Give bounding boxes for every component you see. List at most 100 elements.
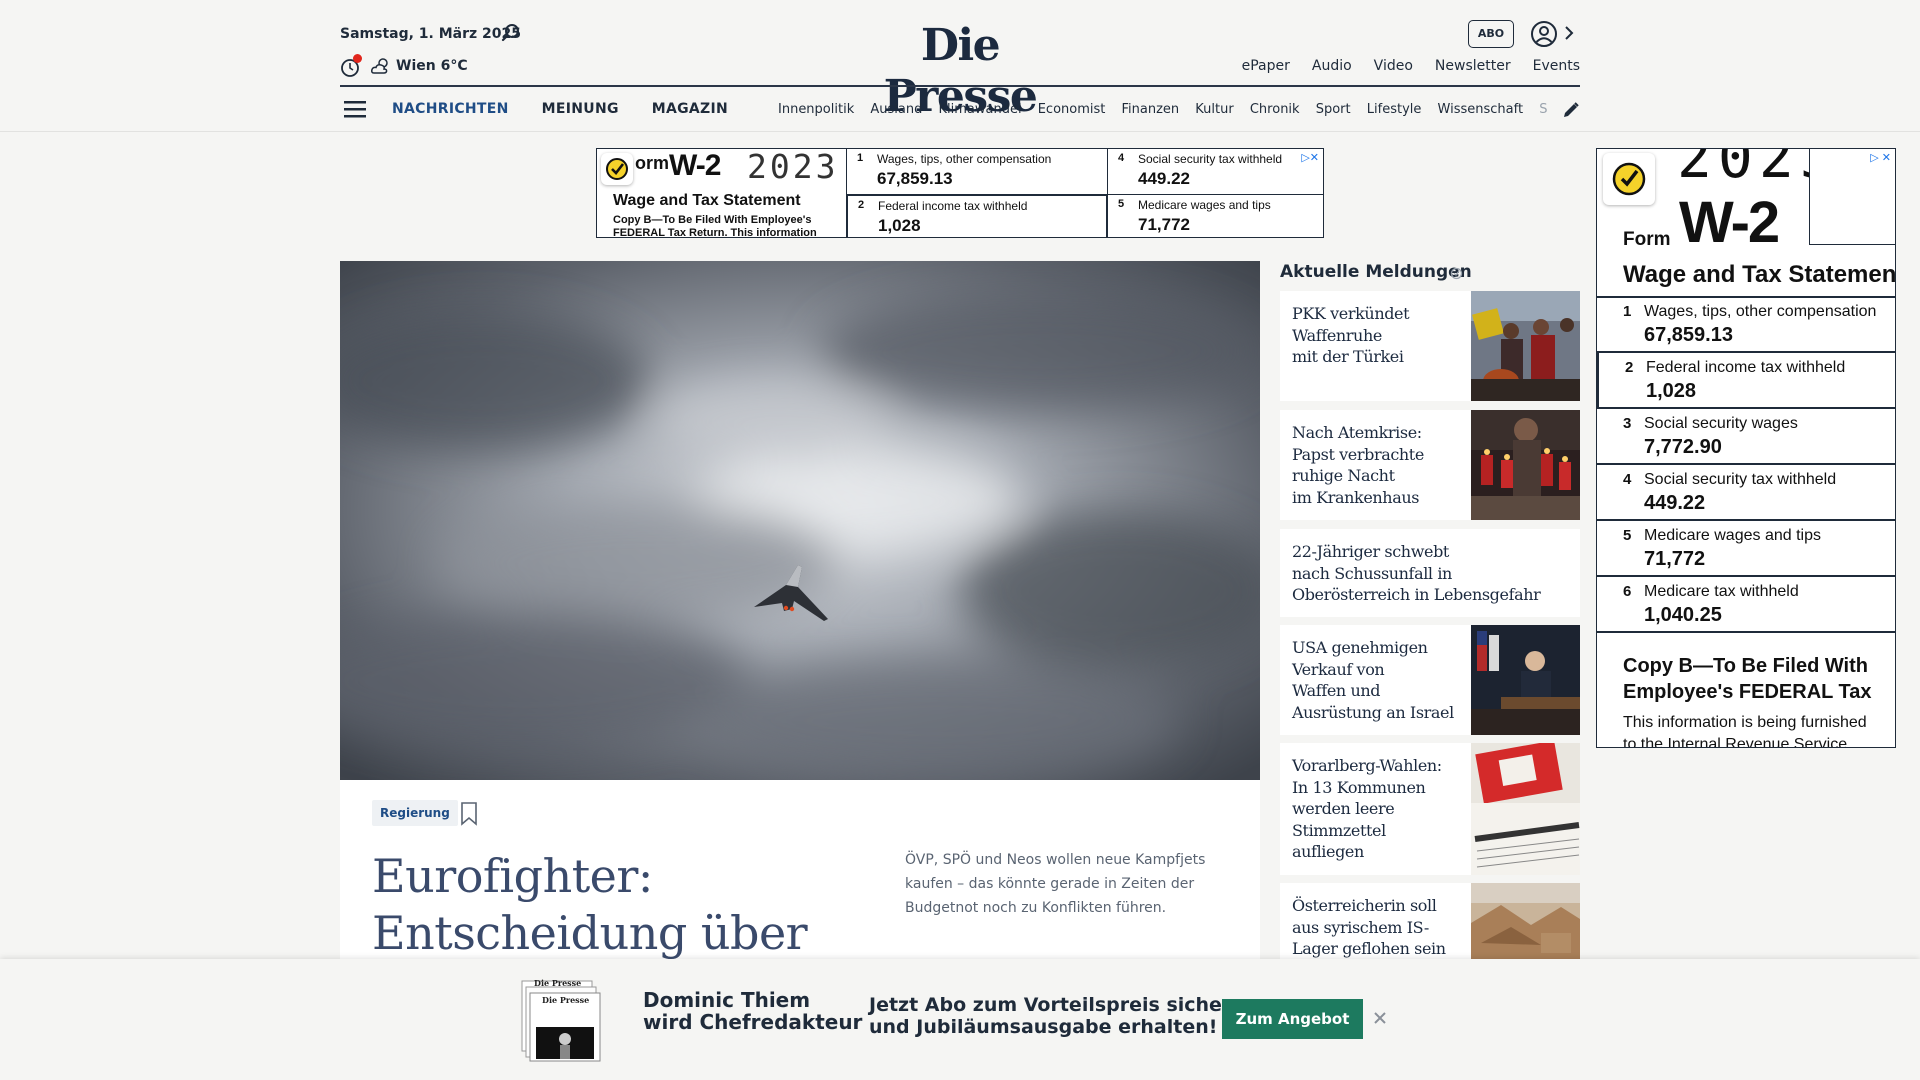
ad-year: 2023: [747, 148, 839, 186]
row-num: 1: [1623, 303, 1632, 320]
news-item[interactable]: Österreicherin soll aus syrischem IS- La…: [1280, 883, 1580, 959]
copy-title-line: Employee's FEDERAL Tax: [1623, 681, 1872, 703]
news-title: Österreicherin soll aus syrischem IS- La…: [1292, 895, 1446, 960]
search-icon[interactable]: [500, 22, 522, 44]
promo-subline-line: Jetzt Abo zum Vorteilspreis sichern: [869, 994, 1245, 1016]
news-title-line: mit der Türkei: [1292, 347, 1404, 366]
side-ad-badge: [1603, 153, 1655, 205]
row-num: 6: [1623, 583, 1632, 600]
headline-line: Eurofighter:: [372, 849, 653, 903]
svg-text:Die Presse: Die Presse: [534, 979, 581, 988]
top-banner-ad[interactable]: orm W-2 2023 Wage and Tax Statement Copy…: [596, 148, 1324, 238]
subnav-ausland[interactable]: Ausland: [870, 102, 922, 117]
row-value: 1,028: [1646, 380, 1697, 402]
news-thumbnail-candles: [1471, 410, 1580, 520]
news-title-line: werden leere: [1292, 799, 1395, 818]
ad-box-5: 5 Medicare wages and tips 71,772: [1107, 194, 1323, 237]
box-label: Wages, tips, other compensation: [877, 152, 1052, 166]
zum-angebot-button[interactable]: Zum Angebot: [1222, 999, 1363, 1039]
side-ad-row-5: 5 Medicare wages and tips 71,772: [1597, 521, 1895, 577]
subscription-promo-bar: Die Presse Die Presse Dominic Thiem wird…: [0, 959, 1920, 1080]
article-headline[interactable]: Eurofighter: Entscheidung über: [372, 848, 832, 962]
side-ad-form-code: W-2: [1679, 190, 1780, 255]
side-ad-copy-text: This information is being furnished to t…: [1623, 712, 1867, 747]
subnav-finanzen[interactable]: Finanzen: [1122, 102, 1180, 117]
news-title-line: Waffen und: [1292, 681, 1381, 700]
subnav-chronik[interactable]: Chronik: [1250, 102, 1300, 117]
row-num: 4: [1623, 471, 1632, 488]
hero-image-eurofighter[interactable]: [340, 261, 1260, 780]
promo-headline: Dominic Thiem wird Chefredakteur: [643, 989, 862, 1033]
nav-magazin[interactable]: MAGAZIN: [652, 101, 728, 117]
link-newsletter[interactable]: Newsletter: [1435, 58, 1511, 74]
row-label: Medicare wages and tips: [1644, 527, 1821, 544]
row-num: 3: [1623, 415, 1632, 432]
news-title: USA genehmigen Verkauf von Waffen und Au…: [1292, 637, 1454, 723]
hamburger-menu-icon[interactable]: [344, 100, 366, 118]
side-ad-row-2: 2 Federal income tax withheld 1,028: [1597, 353, 1895, 409]
aktuelle-meldungen-title: Aktuelle Meldungen: [1280, 262, 1472, 282]
subnav-klimawandel[interactable]: Klimawandel: [938, 102, 1021, 117]
news-item[interactable]: 22-Jähriger schwebt nach Schussunfall in…: [1280, 529, 1580, 617]
side-ad-row-3: 3 Social security wages 7,772.90: [1597, 409, 1895, 465]
news-title-line: 22-Jähriger schwebt: [1292, 542, 1449, 561]
ad-box-4: 4 Social security tax withheld 449.22: [1107, 149, 1323, 195]
news-title: Vorarlberg-Wahlen: In 13 Kommunen werden…: [1292, 755, 1442, 863]
news-thumbnail-oval-office: [1471, 625, 1580, 735]
news-title: 22-Jähriger schwebt nach Schussunfall in…: [1292, 541, 1541, 606]
side-skyscraper-ad[interactable]: 2023 ▷ ✕ Form W-2 Wage and Tax Statemen …: [1596, 148, 1896, 748]
link-epaper[interactable]: ePaper: [1242, 58, 1290, 74]
box-value: 67,859.13: [877, 169, 953, 188]
news-item[interactable]: Nach Atemkrise: Papst verbrachte ruhige …: [1280, 410, 1580, 520]
box-num: 2: [858, 199, 865, 211]
top-links: ePaper Audio Video Newsletter Events: [1220, 58, 1580, 74]
ad-copy-line: Copy B—To Be Filed With Employee's: [613, 214, 812, 226]
news-item[interactable]: Vorarlberg-Wahlen: In 13 Kommunen werden…: [1280, 743, 1580, 875]
header-inner: Samstag, 1. März 2025 Wien 6°C Die Press…: [340, 0, 1580, 132]
side-ad-row-6: 6 Medicare tax withheld 1,040.25: [1597, 577, 1895, 633]
subnav-sport[interactable]: Sport: [1316, 102, 1351, 117]
subnav-economist[interactable]: Economist: [1038, 102, 1106, 117]
subnav-spectrum[interactable]: Spectr: [1539, 102, 1548, 117]
row-label: Medicare tax withheld: [1644, 583, 1799, 600]
subnav-wissenschaft[interactable]: Wissenschaft: [1438, 102, 1524, 117]
ad-choices-close-icon[interactable]: ▷✕: [1301, 151, 1319, 164]
bookmark-icon[interactable]: [460, 802, 478, 826]
check-badge-icon: [606, 158, 628, 180]
ad-subtitle: Wage and Tax Statement: [613, 192, 801, 209]
ad-form-prefix: orm: [635, 153, 670, 173]
row-num: 5: [1623, 527, 1632, 544]
user-account-icon[interactable]: [1530, 20, 1558, 48]
side-ad-row-4: 4 Social security tax withheld 449.22: [1597, 465, 1895, 521]
link-events[interactable]: Events: [1533, 58, 1580, 74]
ad-box-1: 1 Wages, tips, other compensation 67,859…: [846, 149, 1108, 195]
subnav-lifestyle[interactable]: Lifestyle: [1367, 102, 1422, 117]
ad-choices-close-icon[interactable]: ▷ ✕: [1870, 151, 1891, 164]
link-video[interactable]: Video: [1374, 58, 1413, 74]
sub-nav: Innenpolitik Ausland Klimawandel Economi…: [778, 102, 1548, 117]
row-value: 449.22: [1644, 492, 1706, 514]
chevron-right-icon[interactable]: [1562, 24, 1576, 42]
subnav-innenpolitik[interactable]: Innenpolitik: [778, 102, 854, 117]
news-title-line: Österreicherin soll: [1292, 896, 1437, 915]
subnav-kultur[interactable]: Kultur: [1195, 102, 1233, 117]
promo-headline-line: Dominic Thiem: [643, 988, 811, 1012]
news-title-line: Papst verbrachte: [1292, 444, 1424, 464]
abo-button[interactable]: ABO: [1468, 20, 1514, 48]
main-nav: NACHRICHTEN MEINUNG MAGAZIN: [392, 101, 761, 117]
box-label: Medicare wages and tips: [1138, 198, 1271, 212]
newspaper-stack-image: Die Presse Die Presse: [521, 979, 601, 1062]
ad-box-2: 2 Federal income tax withheld 1,028: [846, 194, 1108, 237]
nav-nachrichten[interactable]: NACHRICHTEN: [392, 101, 509, 117]
news-item[interactable]: PKK verkündet Waffenruhe mit der Türkei: [1280, 291, 1580, 401]
news-item[interactable]: USA genehmigen Verkauf von Waffen und Au…: [1280, 625, 1580, 735]
row-label: Social security tax withheld: [1644, 471, 1837, 488]
news-title-line: ruhige Nacht: [1292, 466, 1395, 485]
pencil-edit-icon[interactable]: [1562, 101, 1580, 119]
article-tag[interactable]: Regierung: [372, 800, 458, 826]
link-audio[interactable]: Audio: [1312, 58, 1352, 74]
nav-meinung[interactable]: MEINUNG: [542, 101, 619, 117]
news-title-line: Stimmzettel: [1292, 820, 1386, 840]
weather-cloud-sun-icon: [371, 58, 388, 74]
close-icon[interactable]: [1373, 1011, 1387, 1025]
